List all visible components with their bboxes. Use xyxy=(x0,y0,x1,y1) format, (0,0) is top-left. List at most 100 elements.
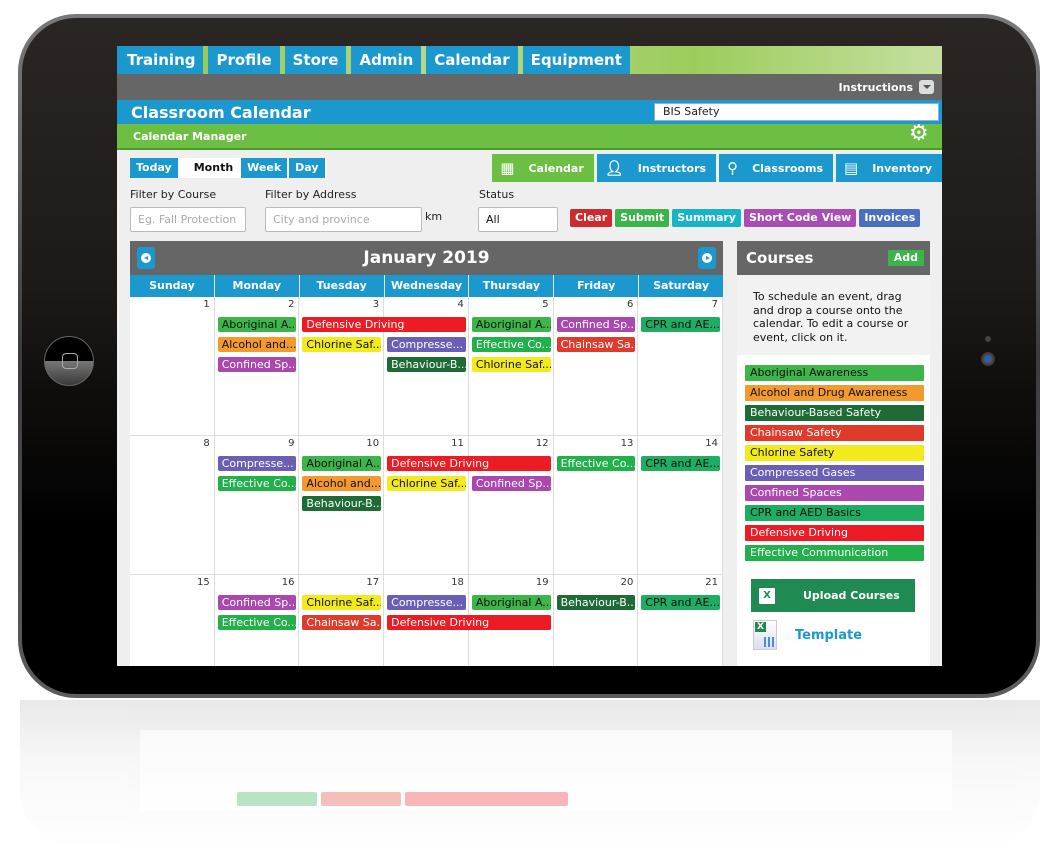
course-item[interactable]: Effective Communication xyxy=(745,545,924,561)
calendar-header: January 2019 xyxy=(130,241,723,275)
nav-tab-equipment[interactable]: Equipment xyxy=(522,46,630,74)
reflection-event xyxy=(405,792,568,806)
day-number: 3 xyxy=(372,299,380,310)
weekday-friday: Friday xyxy=(554,275,640,297)
day-number: 9 xyxy=(288,438,295,449)
calendar-event[interactable]: Alcohol and... xyxy=(217,337,297,352)
tab-instructors[interactable]: 👤︎ Instructors xyxy=(596,154,717,182)
course-item[interactable]: Alcohol and Drug Awareness xyxy=(745,385,924,401)
course-item[interactable]: Chlorine Safety xyxy=(745,445,924,461)
day-number: 2 xyxy=(288,299,295,310)
calendar-day-cell[interactable]: 20 xyxy=(554,575,639,666)
template-label: Template xyxy=(795,627,863,643)
calendar-event[interactable]: Compresse... xyxy=(387,595,466,610)
calendar-event[interactable]: Chlorine Saf... xyxy=(302,595,382,610)
course-item[interactable]: Chainsaw Safety xyxy=(745,425,924,441)
next-month-button[interactable] xyxy=(698,247,716,269)
nav-tab-store[interactable]: Store xyxy=(284,46,347,74)
today-button[interactable]: Today xyxy=(130,158,178,178)
calendar-event[interactable]: Effective Co... xyxy=(217,615,297,630)
course-item[interactable]: Defensive Driving xyxy=(745,525,924,541)
week-button[interactable]: Week xyxy=(241,158,288,178)
calendar-event[interactable]: CPR and AE... xyxy=(641,595,720,610)
calendar-event[interactable]: CPR and AE... xyxy=(641,317,720,332)
day-button[interactable]: Day xyxy=(289,158,325,178)
calendar-event[interactable]: Alcohol and... xyxy=(302,476,382,491)
calendar-day-cell[interactable]: 21 xyxy=(638,575,724,666)
nav-tab-training[interactable]: Training xyxy=(117,46,204,74)
calendar-event[interactable]: Defensive Driving xyxy=(302,317,466,332)
clear-button[interactable]: Clear xyxy=(570,209,613,227)
calendar-event[interactable]: Behaviour-B... xyxy=(302,496,382,511)
reflection-event xyxy=(237,792,317,806)
weekday-header: Sunday Monday Tuesday Wednesday Thursday Frid… xyxy=(130,275,723,297)
short-code-view-button[interactable]: Short Code View xyxy=(743,209,857,227)
calendar-day-cell[interactable]: 8 xyxy=(130,436,215,574)
calendar-event[interactable]: Confined Sp... xyxy=(556,317,636,332)
action-buttons: Clear Submit Summary Short Code View Invoice… xyxy=(570,209,921,227)
calendar-event[interactable]: Confined Sp... xyxy=(217,595,297,610)
course-item[interactable]: Behaviour-Based Safety xyxy=(745,405,924,421)
course-filter-input[interactable]: Eg. Fall Protection xyxy=(130,207,246,232)
calendar-event[interactable]: Defensive Driving xyxy=(387,456,551,471)
calendar-event[interactable]: Compresse... xyxy=(387,337,466,352)
weekday-saturday: Saturday xyxy=(653,279,710,292)
title-bar: Classroom Calendar BIS Safety xyxy=(117,100,942,124)
calendar-event[interactable]: Behaviour-B... xyxy=(387,357,466,372)
course-item[interactable]: Confined Spaces xyxy=(745,485,924,501)
nav-tab-admin[interactable]: Admin xyxy=(351,46,422,74)
course-item[interactable]: CPR and AED Basics xyxy=(745,505,924,521)
calendar-event[interactable]: Chainsaw Sa... xyxy=(302,615,382,630)
day-number: 8 xyxy=(203,438,210,449)
calendar-event[interactable]: Confined Sp... xyxy=(217,357,297,372)
weekday-thursday: Thursday xyxy=(469,275,555,297)
home-button[interactable] xyxy=(44,336,94,386)
calendar-event[interactable]: Defensive Driving xyxy=(387,615,551,630)
camera-icon xyxy=(981,352,995,366)
calendar-day-cell[interactable]: 1 xyxy=(130,297,215,435)
calendar-event[interactable]: Effective Co... xyxy=(471,337,551,352)
calendar-event[interactable]: Chlorine Saf... xyxy=(302,337,382,352)
calendar-day-cell[interactable]: 15 xyxy=(130,575,215,666)
template-link[interactable]: Template xyxy=(753,620,930,650)
invoices-button[interactable]: Invoices xyxy=(859,209,921,227)
course-item[interactable]: Aboriginal Awareness xyxy=(745,365,924,381)
calendar-event[interactable]: Effective Co... xyxy=(217,476,297,491)
address-filter-input[interactable]: City and province xyxy=(265,207,422,232)
courses-header: Courses Add xyxy=(737,241,930,275)
calendar-event[interactable]: CPR and AE... xyxy=(641,456,720,471)
calendar-event[interactable]: Compresse... xyxy=(217,456,297,471)
courses-panel: Courses Add To schedule an event, drag a… xyxy=(737,241,930,666)
calendar-event[interactable]: Effective Co... xyxy=(556,456,636,471)
calendar-event[interactable]: Chainsaw Sa... xyxy=(556,337,636,352)
prev-month-button[interactable] xyxy=(137,247,155,269)
nav-tab-calendar[interactable]: Calendar xyxy=(426,46,518,74)
calendar-event[interactable]: Aboriginal A... xyxy=(217,317,297,332)
calendar-event[interactable]: Aboriginal A... xyxy=(471,595,551,610)
calendar-event[interactable]: Chlorine Saf... xyxy=(471,357,551,372)
company-field[interactable]: BIS Safety xyxy=(654,103,939,121)
instructions-dropdown-icon[interactable] xyxy=(919,80,934,94)
gear-icon[interactable] xyxy=(909,121,929,146)
submit-button[interactable]: Submit xyxy=(615,209,670,227)
calendar-event[interactable]: Aboriginal A... xyxy=(302,456,382,471)
calendar-event[interactable]: Chlorine Saf... xyxy=(387,476,466,491)
day-number: 10 xyxy=(366,438,380,449)
summary-button[interactable]: Summary xyxy=(672,209,741,227)
upload-courses-button[interactable]: X Upload Courses xyxy=(751,579,915,612)
add-course-button[interactable]: Add xyxy=(887,250,924,266)
tab-calendar[interactable]: ▦ Calendar xyxy=(492,154,594,182)
status-select[interactable]: All xyxy=(478,207,558,232)
calendar-event[interactable]: Aboriginal A... xyxy=(471,317,551,332)
tab-inventory[interactable]: ▤ Inventory xyxy=(836,154,942,182)
nav-tab-profile[interactable]: Profile xyxy=(208,46,280,74)
calendar-event[interactable]: Behaviour-B... xyxy=(556,595,636,610)
instructions-label[interactable]: Instructions xyxy=(839,81,913,94)
tab-label: Inventory xyxy=(872,161,932,175)
day-number: 4 xyxy=(457,299,464,310)
tab-classrooms[interactable]: ⚲ Classrooms xyxy=(719,154,834,182)
calendar-event[interactable]: Confined Sp... xyxy=(471,476,551,491)
course-item[interactable]: Compressed Gases xyxy=(745,465,924,481)
month-button[interactable]: Month xyxy=(183,158,240,178)
calendar-week: 1 2 3 4 5 6 7 Aboriginal A... Alcohol and... Conf… xyxy=(130,297,724,436)
